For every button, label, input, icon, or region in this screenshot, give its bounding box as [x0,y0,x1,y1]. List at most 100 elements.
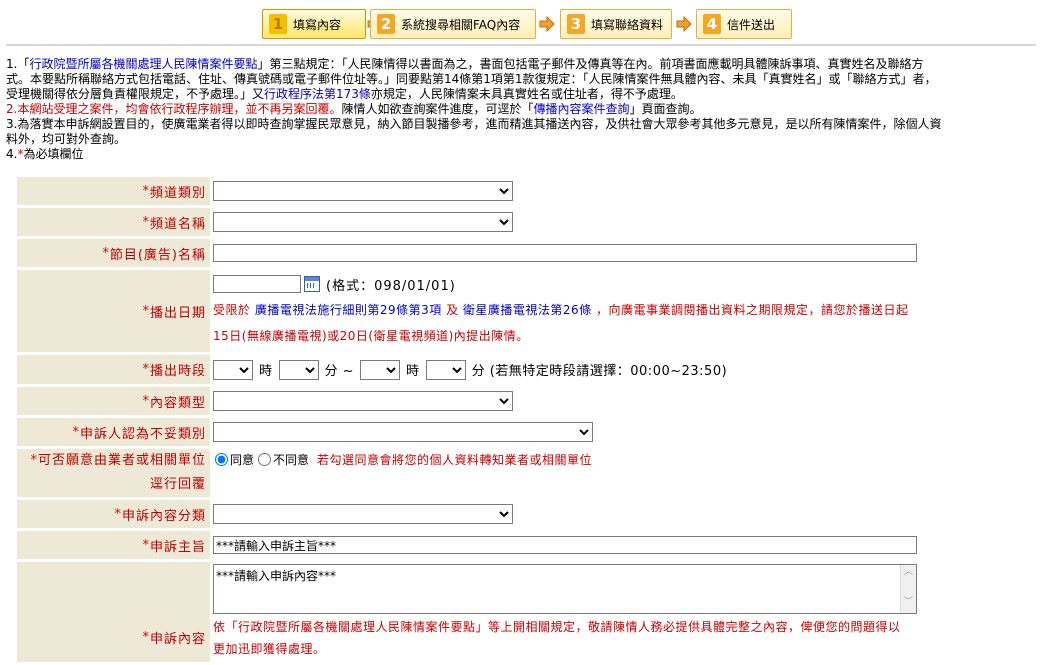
note-text: 為必填欄位 [23,147,84,161]
note-text: 受理機關得依分層負責權限規定，不予處理。」又 [6,87,265,101]
note-text: 」等上開相關規定，敬請陳情人務必提供具體完整之內容，俾便您的問題得以 [475,620,901,634]
label-text: 頻道類別 [149,185,206,201]
label-subject: * 申訴主旨 [17,531,210,559]
note-text: 」頁面查詢。 [629,102,702,116]
arrow-right-icon [676,15,692,33]
label-text: 申訴內容分類 [121,508,206,524]
satellite-law-link[interactable]: 衛星廣播電視法第26條 [463,303,592,317]
instructions: 1.「行政院暨所屬各機關處理人民陳情案件要點」第三點規定：「人民陳情得以書面為之… [6,57,1042,162]
calendar-icon[interactable] [304,276,320,292]
agree-option[interactable]: 同意 [213,451,254,468]
required-star: * [142,362,150,377]
note-3-line-1: 3.為落實本申訴網設置目的，使廣電業者得以即時查詢掌握民眾意見，納入節目製播參考… [6,117,942,131]
note-text: 受限於 [213,303,251,317]
row-content-type: * 內容類型 [17,387,1042,418]
label-air-date: * 播出日期 [17,270,210,352]
regulation-link[interactable]: 行政院暨所屬各機關處理人民陳情案件要點 [238,620,476,634]
note-text: 陳情人如欲查詢案件進度，可逕於「 [341,102,534,116]
agree-radio[interactable] [215,453,228,466]
end-minute-select[interactable] [425,359,466,380]
required-star: * [142,393,150,409]
label-text: 逕行回覆 [149,477,206,492]
required-star: * [102,245,110,261]
note-text: ，向廣電事業調閱播出資料之期限規定，請您於播送日起 [596,303,909,317]
disagree-radio[interactable] [258,453,272,466]
consent-note: 若勾選同意會將您的個人資料轉知業者或相關單位 [317,453,593,467]
step-4-label: 信件送出 [727,17,776,32]
step-4-number: 4 [703,14,721,34]
note-3-line-2: 料外，均可對外查詢。 [6,132,127,146]
regulation-link[interactable]: 行政院暨所屬各機關處理人民陳情案件要點 [29,57,257,71]
broadcast-rule-link[interactable]: 廣播電視法施行細則第29條第3項 [255,303,442,317]
label-text: 內容類型 [149,395,206,411]
complaint-form: * 頻道類別 * 頻道名稱 * 節目(廣告)名稱 * 播出日期 (格式：098/01/0… [17,177,1042,665]
content-note: 依「行政院暨所屬各機關處理人民陳情案件要點」等上開相關規定，敬請陳情人務必提供具… [213,616,1042,660]
note-4: 4.*為必填欄位 [6,147,1042,162]
label-improper-category: * 申訴人認為不妥類別 [17,418,210,446]
label-content-type: * 內容類型 [17,387,210,415]
administrative-procedure-link[interactable]: 行政程序法第173條 [264,87,371,101]
row-consent: *可否願意由業者或相關單位 逕行回覆 同意 不同意 若勾選同意會將您的個人資料轉… [17,449,1042,500]
progress-steps: 1 填寫內容 2 系統搜尋相關FAQ內容 3 填寫聯絡資料 4 信件送出 [262,9,802,43]
content-textarea[interactable]: ***請輸入申訴內容*** [213,564,917,614]
case-query-link[interactable]: 傳播內容案件查詢 [533,102,629,116]
date-format-hint: (格式：098/01/01) [326,278,456,294]
note-text: 亦規定，人民陳情案未具真實姓名或住址者，得不予處理。 [370,87,683,101]
channel-name-select[interactable] [213,212,513,232]
label-channel-type: * 頻道類別 [17,177,210,205]
row-improper-category: * 申訴人認為不妥類別 [17,418,1042,449]
start-minute-select[interactable] [278,359,319,380]
row-air-date: * 播出日期 (格式：098/01/01) 受限於 廣播電視法施行細則第29條第3… [17,270,1042,355]
row-category: * 申訴內容分類 [17,500,1042,531]
label-consent: *可否願意由業者或相關單位 逕行回覆 [17,449,210,497]
air-date-note: 受限於 廣播電視法施行細則第29條第3項 及 衛星廣播電視法第26條 ，向廣電事… [213,297,1042,349]
note-1-line-3: 受理機關得依分層負責權限規定，不予處理。」又行政程序法第173條亦規定，人民陳情… [6,87,1042,102]
improper-category-select[interactable] [213,422,593,442]
label-text: 播出時段 [149,364,206,379]
minute-label: 分 ~ [324,364,355,379]
end-hour-select[interactable] [360,359,401,380]
note-text: 15日(無線廣播電視)或20日(衛星電視頻道)內提出陳情。 [213,329,529,343]
required-star: * [142,183,150,199]
start-hour-select[interactable] [213,359,253,380]
air-date-input[interactable] [213,275,301,293]
content-type-select[interactable] [213,391,513,411]
label-air-time: * 播出時段 [17,355,210,384]
note-1-line-1: 1.「行政院暨所屬各機關處理人民陳情案件要點」第三點規定：「人民陳情得以書面為之… [6,57,1042,72]
label-program-name: * 節目(廣告)名稱 [17,239,210,267]
required-star: * [72,424,80,440]
arrow-right-icon [539,15,555,33]
category-select[interactable] [213,504,513,524]
subject-input[interactable] [213,536,917,554]
divider [6,44,1036,46]
note-text: 1.「 [6,57,30,71]
row-channel-name: * 頻道名稱 [17,208,1042,239]
channel-type-select[interactable] [213,181,513,201]
scroll-down-icon[interactable]: ﹀ [901,595,916,609]
disagree-label: 不同意 [273,453,310,467]
step-2-number: 2 [377,14,395,34]
label-text: 播出日期 [149,305,206,321]
row-program-name: * 節目(廣告)名稱 [17,239,1042,270]
disagree-option[interactable]: 不同意 [258,451,309,468]
agree-label: 同意 [230,453,255,467]
note-text: 依「 [213,620,239,634]
step-2: 2 系統搜尋相關FAQ內容 [370,9,536,39]
note-2: 2.本網站受理之案件，均會依行政程序辦理，並不再另案回覆。陳情人如欲查詢案件進度… [6,102,1042,117]
step-3-label: 填寫聯絡資料 [591,17,664,32]
textarea-scrollbar[interactable]: ︿ ﹀ [900,565,916,613]
required-star: * [114,506,122,522]
label-category: * 申訴內容分類 [17,500,210,528]
note-text: 及 [446,303,459,317]
required-star: * [142,629,150,645]
step-1-label: 填寫內容 [293,17,342,32]
scroll-up-icon[interactable]: ︿ [901,565,916,579]
step-2-label: 系統搜尋相關FAQ內容 [401,17,521,32]
hour-label: 時 [259,364,273,379]
step-1-number: 1 [269,14,287,34]
note-text: 更加迅即獲得處理。 [213,642,326,656]
program-name-input[interactable] [213,244,917,262]
label-text: 頻道名稱 [149,216,206,232]
label-text: 可否願意由業者或相關單位 [37,453,206,468]
required-star: * [142,537,150,553]
